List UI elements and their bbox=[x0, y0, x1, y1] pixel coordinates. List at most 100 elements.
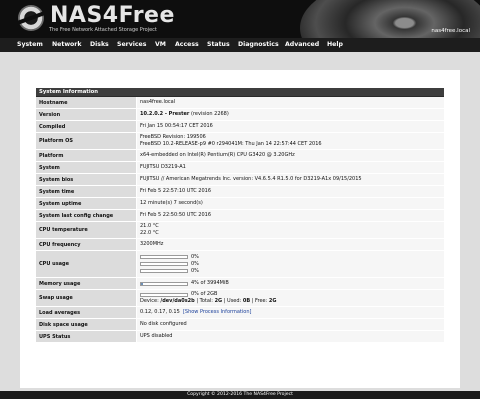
ups-status-text: UPS disabled bbox=[140, 333, 173, 339]
system-information-table: System Information Hostname nas4free.loc… bbox=[36, 88, 444, 343]
uptime-text: 12 minute(s) 7 second(s) bbox=[140, 200, 203, 206]
label-ups-status: UPS Status bbox=[36, 331, 136, 342]
label-load-averages: Load averages bbox=[36, 307, 136, 318]
platform-os-line2: FreeBSD 10.2-RELEASE-p9 #0 r294041M: Thu… bbox=[140, 141, 322, 147]
section-title: System Information bbox=[36, 88, 444, 97]
swap-device: /dev/da0s2b bbox=[160, 298, 195, 304]
version-revision: (revision 2268) bbox=[191, 111, 229, 117]
row-system-bios: System bios FUJITSU // American Megatren… bbox=[36, 174, 444, 186]
row-system-time: System time Fri Feb 5 22:57:10 UTC 2016 bbox=[36, 186, 444, 198]
value-version: 10.2.0.2 - Prester (revision 2268) bbox=[136, 109, 444, 120]
value-ups-status: UPS disabled bbox=[136, 331, 444, 342]
label-cpu-frequency: CPU frequency bbox=[36, 239, 136, 250]
value-disk-space-usage: No disk configured bbox=[136, 319, 444, 330]
row-platform-os: Platform OS FreeBSD Revision: 199506 Fre… bbox=[36, 133, 444, 150]
menu-status[interactable]: Status bbox=[207, 41, 230, 48]
swap-total: 2G bbox=[214, 298, 223, 304]
value-load-averages: 0.12, 0.17, 0.15 [Show Process Informati… bbox=[136, 307, 444, 318]
cpu-core1-percent: 0% bbox=[191, 267, 199, 274]
cpu-core0-percent: 0% bbox=[191, 260, 199, 267]
content-panel: System Information Hostname nas4free.loc… bbox=[20, 70, 460, 388]
menu-help[interactable]: Help bbox=[327, 41, 343, 48]
cpu-usage-core-1: 0% bbox=[140, 268, 441, 275]
label-swap-usage: Swap usage bbox=[36, 290, 136, 306]
memory-usage-bar bbox=[140, 281, 188, 286]
swap-used: 0B bbox=[242, 298, 251, 304]
label-system-bios: System bios bbox=[36, 174, 136, 185]
row-hostname: Hostname nas4free.local bbox=[36, 97, 444, 109]
version-name: 10.2.0.2 - Prester bbox=[140, 111, 190, 117]
cpu-temp-core-2: 22.0 °C bbox=[140, 230, 159, 236]
bios-text: FUJITSU // American Megatrends Inc. vers… bbox=[140, 176, 362, 182]
label-hostname: Hostname bbox=[36, 97, 136, 108]
menu-services[interactable]: Services bbox=[117, 41, 146, 48]
label-system-time: System time bbox=[36, 186, 136, 197]
menu-system[interactable]: System bbox=[17, 41, 43, 48]
logo-text: NAS4Free bbox=[50, 3, 175, 28]
row-cpu-frequency: CPU frequency 3200MHz bbox=[36, 239, 444, 251]
value-system-bios: FUJITSU // American Megatrends Inc. vers… bbox=[136, 174, 444, 185]
tagline: The Free Network Attached Storage Projec… bbox=[49, 27, 157, 33]
row-memory-usage: Memory usage 4% of 3994MiB bbox=[36, 278, 444, 290]
swap-usage-text: 0% of 2GB bbox=[191, 291, 218, 297]
value-cpu-usage: 0% 0% 0% bbox=[136, 251, 444, 277]
value-hostname: nas4free.local bbox=[136, 97, 444, 108]
value-system-time: Fri Feb 5 22:57:10 UTC 2016 bbox=[136, 186, 444, 197]
row-load-averages: Load averages 0.12, 0.17, 0.15 [Show Pro… bbox=[36, 307, 444, 319]
label-last-config-change: System last config change bbox=[36, 210, 136, 221]
nas4free-logo-icon bbox=[18, 5, 44, 31]
label-platform: Platform bbox=[36, 150, 136, 161]
row-version: Version 10.2.0.2 - Prester (revision 226… bbox=[36, 109, 444, 121]
show-process-information-link[interactable]: [Show Process Information] bbox=[183, 309, 251, 315]
memory-usage-bar-fill bbox=[141, 282, 143, 285]
hostname-text: nas4free.local bbox=[140, 99, 176, 105]
cpu-core0-bar bbox=[140, 262, 188, 266]
label-version: Version bbox=[36, 109, 136, 120]
value-compiled: Fri Jan 15 00:54:17 CET 2016 bbox=[136, 121, 444, 132]
label-system-uptime: System uptime bbox=[36, 198, 136, 209]
row-disk-space-usage: Disk space usage No disk configured bbox=[36, 319, 444, 331]
memory-usage-text: 4% of 3994MiB bbox=[191, 280, 229, 286]
label-cpu-temperature: CPU temperature bbox=[36, 222, 136, 238]
row-platform: Platform x64-embedded on Intel(R) Pentiu… bbox=[36, 150, 444, 162]
row-system-uptime: System uptime 12 minute(s) 7 second(s) bbox=[36, 198, 444, 210]
label-cpu-usage: CPU usage bbox=[36, 251, 136, 277]
cpu-core1-bar bbox=[140, 269, 188, 273]
row-compiled: Compiled Fri Jan 15 00:54:17 CET 2016 bbox=[36, 121, 444, 133]
menu-network[interactable]: Network bbox=[52, 41, 81, 48]
cpu-frequency-text: 3200MHz bbox=[140, 241, 164, 247]
platform-os-line1: FreeBSD Revision: 199506 bbox=[140, 134, 206, 140]
content-area: System Information Hostname nas4free.loc… bbox=[0, 52, 480, 391]
compiled-text: Fri Jan 15 00:54:17 CET 2016 bbox=[140, 123, 213, 129]
label-disk-space-usage: Disk space usage bbox=[36, 319, 136, 330]
value-memory-usage: 4% of 3994MiB bbox=[136, 278, 444, 289]
row-cpu-usage: CPU usage 0% 0% 0% bbox=[36, 251, 444, 278]
row-last-config-change: System last config change Fri Feb 5 22:5… bbox=[36, 210, 444, 222]
page-header: NAS4Free The Free Network Attached Stora… bbox=[0, 0, 480, 38]
row-cpu-temperature: CPU temperature 21.0 °C 22.0 °C bbox=[36, 222, 444, 239]
menu-disks[interactable]: Disks bbox=[90, 41, 109, 48]
swap-device-line: Device: /dev/da0s2b | Total: 2G | Used: … bbox=[140, 298, 277, 304]
value-cpu-temperature: 21.0 °C 22.0 °C bbox=[136, 222, 444, 238]
swap-free: 2G bbox=[268, 298, 277, 304]
cpu-temp-core-1: 21.0 °C bbox=[140, 223, 159, 229]
row-swap-usage: Swap usage 0% of 2GB Device: /dev/da0s2b… bbox=[36, 290, 444, 307]
swap-usage-bar bbox=[140, 292, 188, 297]
menu-diagnostics[interactable]: Diagnostics bbox=[238, 41, 279, 48]
value-last-config-change: Fri Feb 5 22:50:50 UTC 2016 bbox=[136, 210, 444, 221]
menu-vm[interactable]: VM bbox=[155, 41, 166, 48]
page-footer: Copyright © 2012-2016 The NAS4Free Proje… bbox=[0, 391, 480, 399]
label-compiled: Compiled bbox=[36, 121, 136, 132]
label-system: System bbox=[36, 162, 136, 173]
system-time-text: Fri Feb 5 22:57:10 UTC 2016 bbox=[140, 188, 212, 194]
footer-copyright: Copyright © 2012-2016 The NAS4Free Proje… bbox=[187, 392, 293, 397]
cpu-usage-bar bbox=[140, 255, 188, 259]
label-platform-os: Platform OS bbox=[36, 133, 136, 149]
value-system: FUJITSU D3219-A1 bbox=[136, 162, 444, 173]
system-text: FUJITSU D3219-A1 bbox=[140, 164, 186, 170]
menu-advanced[interactable]: Advanced bbox=[285, 41, 319, 48]
value-swap-usage: 0% of 2GB Device: /dev/da0s2b | Total: 2… bbox=[136, 290, 444, 306]
menu-access[interactable]: Access bbox=[175, 41, 199, 48]
load-averages-text: 0.12, 0.17, 0.15 bbox=[140, 309, 180, 315]
cpu-usage-percent: 0% bbox=[191, 253, 199, 260]
